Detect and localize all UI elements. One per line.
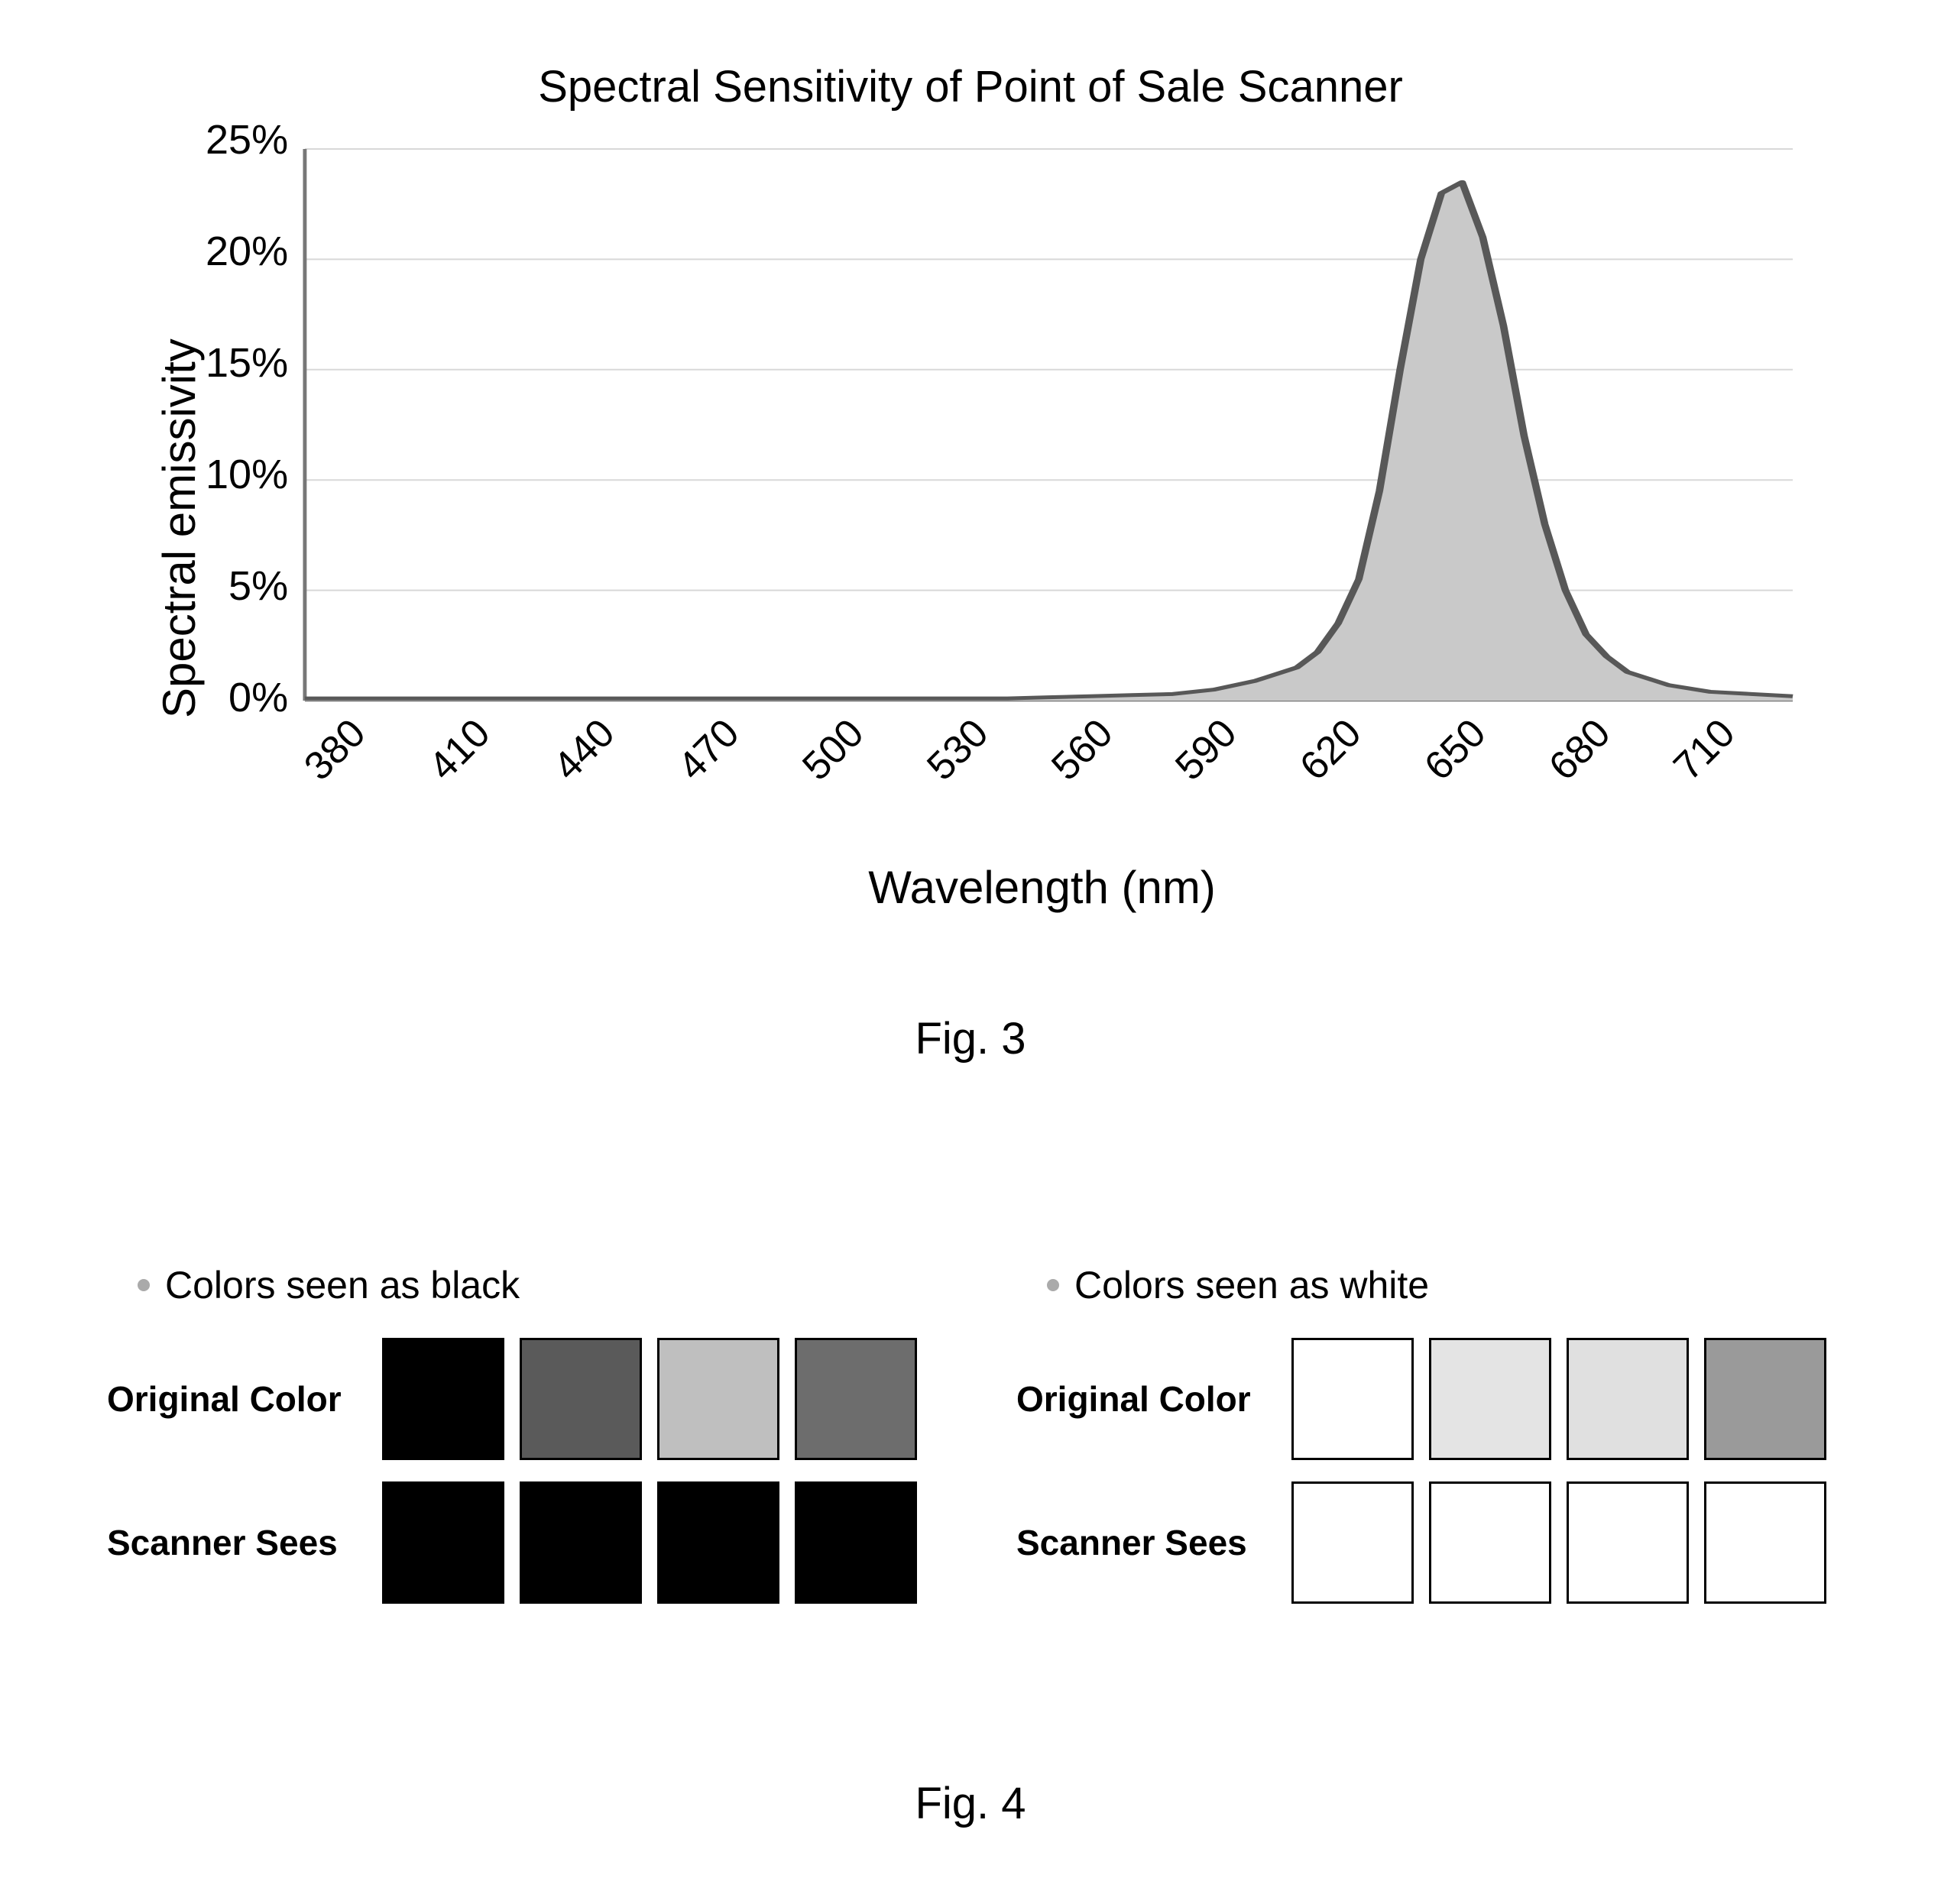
color-swatch (1429, 1481, 1551, 1604)
color-swatch (382, 1338, 504, 1460)
row-label: Original Color (107, 1378, 367, 1420)
bullet-icon (1047, 1279, 1059, 1291)
color-swatch (657, 1481, 779, 1604)
color-swatch (1291, 1338, 1414, 1460)
swatch-row-original-black: Original Color (107, 1338, 925, 1460)
chart-body: Spectral emissivity 25% 20% 15% 10% 5% 0… (145, 143, 1796, 914)
swatch-row-original-white: Original Color (1016, 1338, 1834, 1460)
color-swatch (1567, 1481, 1689, 1604)
plot-area (302, 143, 1796, 724)
x-axis-label: Wavelength (nm) (288, 861, 1796, 914)
color-swatch (520, 1481, 642, 1604)
figure-4: Colors seen as black Original Color Scan… (107, 1263, 1834, 1625)
swatch-heading-white-label: Colors seen as white (1074, 1263, 1429, 1307)
color-swatch (520, 1338, 642, 1460)
color-swatch (795, 1338, 917, 1460)
figure-4-caption: Fig. 4 (107, 1778, 1834, 1829)
swatch-row-scanner-white: Scanner Sees (1016, 1481, 1834, 1604)
area-chart-svg (302, 143, 1796, 724)
y-axis-label: Spectral emissivity (145, 261, 206, 796)
swatch-heading-white: Colors seen as white (1016, 1263, 1834, 1307)
color-swatch (382, 1481, 504, 1604)
color-swatch (1429, 1338, 1551, 1460)
color-swatch (657, 1338, 779, 1460)
row-label: Scanner Sees (107, 1522, 367, 1563)
figure-3: Spectral Sensitivity of Point of Sale Sc… (145, 61, 1796, 1064)
swatch-heading-black-label: Colors seen as black (165, 1263, 520, 1307)
swatch-row-scanner-black: Scanner Sees (107, 1481, 925, 1604)
swatch-heading-black: Colors seen as black (107, 1263, 925, 1307)
row-label: Scanner Sees (1016, 1522, 1276, 1563)
swatch-block-white: Colors seen as white Original Color Scan… (1016, 1263, 1834, 1625)
row-label: Original Color (1016, 1378, 1276, 1420)
x-ticks: 380 410 440 470 500 530 560 590 620 650 … (302, 731, 1796, 777)
figure-3-caption: Fig. 3 (145, 1013, 1796, 1064)
swatch-block-black: Colors seen as black Original Color Scan… (107, 1263, 925, 1625)
chart-title: Spectral Sensitivity of Point of Sale Sc… (145, 61, 1796, 112)
color-swatch (1704, 1481, 1826, 1604)
color-swatch (1291, 1481, 1414, 1604)
color-swatch (1567, 1338, 1689, 1460)
y-ticks: 25% 20% 15% 10% 5% 0% (206, 143, 288, 724)
bullet-icon (138, 1279, 150, 1291)
color-swatch (1704, 1338, 1826, 1460)
color-swatch (795, 1481, 917, 1604)
